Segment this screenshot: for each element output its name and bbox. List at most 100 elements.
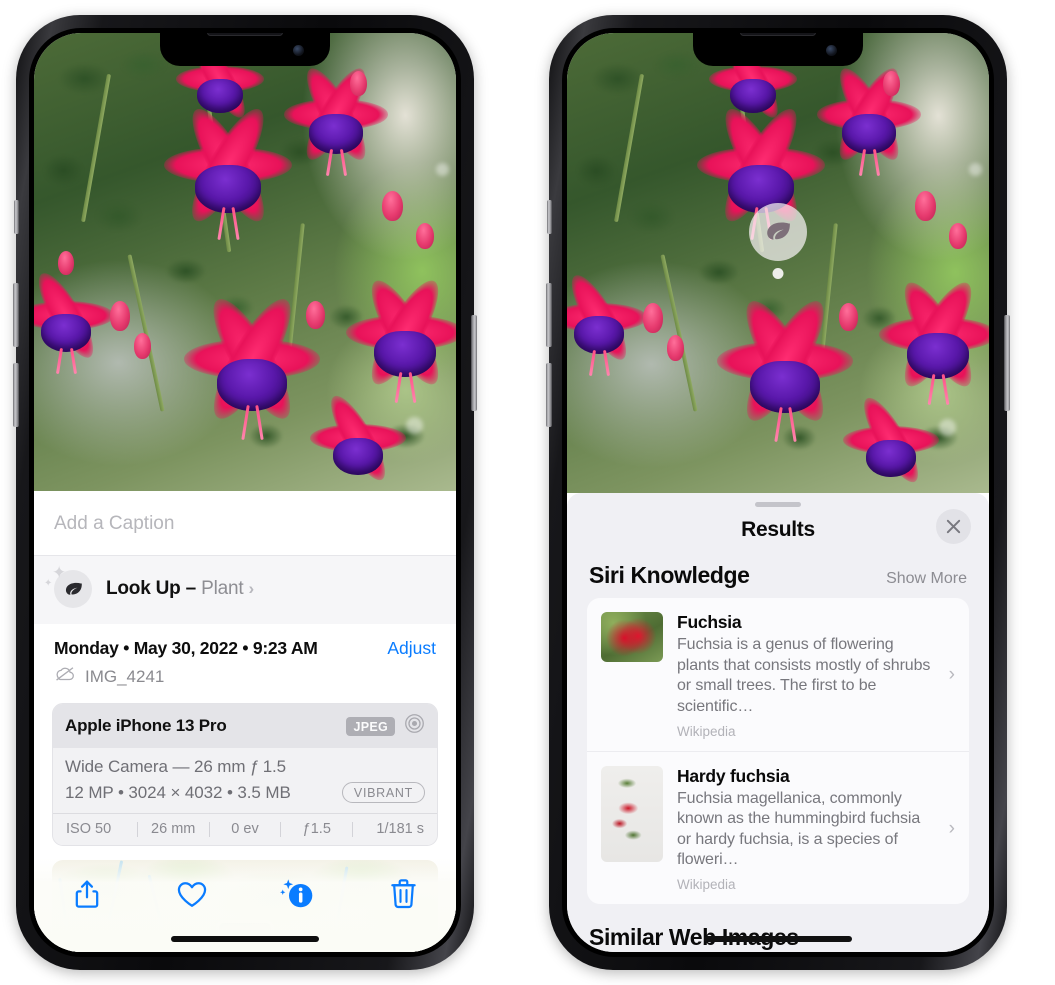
flower-bud: [949, 223, 967, 249]
device-bezel: Add a Caption ✦ ✦ Look Up – Plant › Mond…: [29, 28, 461, 957]
show-more-button[interactable]: Show More: [886, 570, 967, 588]
fuchsia-flower: [310, 389, 406, 487]
notch: [693, 33, 863, 66]
fuchsia-flower: [184, 290, 320, 440]
cloud-slash-icon: [54, 666, 76, 687]
volume-down-button[interactable]: [546, 363, 552, 427]
sparkles-icon-small: ✦: [44, 578, 53, 589]
siri-knowledge-header: Siri Knowledge Show More: [567, 552, 989, 598]
fuchsia-flower: [164, 100, 292, 241]
flower-bud: [643, 303, 663, 333]
front-camera: [293, 45, 304, 56]
badge-anchor-dot: [772, 268, 784, 279]
close-icon: [946, 519, 961, 534]
knowledge-title: Hardy fuchsia: [677, 765, 790, 786]
photo-viewer[interactable]: [567, 33, 989, 493]
page-title: Results: [741, 518, 815, 541]
similar-web-images-header: Similar Web Images: [567, 904, 989, 952]
look-up-row[interactable]: ✦ ✦ Look Up – Plant ›: [34, 556, 456, 624]
notch: [160, 33, 330, 66]
fuchsia-flower: [34, 266, 114, 374]
delete-button[interactable]: [374, 872, 432, 916]
home-indicator[interactable]: [704, 936, 852, 942]
iphone-right-device: Results Siri Knowledge Show More Fuchsia…: [546, 15, 1010, 970]
close-button[interactable]: [936, 509, 971, 544]
knowledge-source: Wikipedia: [677, 723, 736, 739]
look-up-prefix: Look Up –: [106, 578, 202, 599]
front-camera: [826, 45, 837, 56]
photo-viewer[interactable]: [34, 33, 456, 491]
look-up-label: Look Up – Plant ›: [106, 578, 254, 600]
knowledge-item[interactable]: Fuchsia Fuchsia is a genus of flowering …: [587, 598, 969, 751]
share-button[interactable]: [58, 872, 116, 916]
right-screen: Results Siri Knowledge Show More Fuchsia…: [567, 33, 989, 952]
side-power-button[interactable]: [1004, 315, 1010, 411]
camera-metadata-card[interactable]: Apple iPhone 13 Pro JPEG Wide Camera — 2…: [52, 703, 438, 846]
siri-knowledge-card: Fuchsia Fuchsia is a genus of flowering …: [587, 598, 969, 904]
side-power-button[interactable]: [471, 315, 477, 411]
fuchsia-flower: [843, 391, 939, 489]
flower-bud: [667, 335, 684, 361]
chevron-right-icon: ›: [948, 817, 955, 839]
exif-iso: ISO 50: [66, 821, 112, 837]
format-badge: JPEG: [346, 716, 395, 736]
exif-focal: 26 mm: [151, 821, 196, 837]
flower-bud: [416, 223, 434, 249]
camera-specs: 12 MP • 3024 × 4032 • 3.5 MB: [65, 782, 291, 802]
fuchsia-flower: [697, 100, 825, 241]
file-name: IMG_4241: [85, 666, 165, 686]
fuchsia-flower: [879, 274, 989, 406]
bokeh-highlight: [969, 163, 982, 176]
volume-up-button[interactable]: [13, 283, 19, 347]
home-indicator[interactable]: [171, 936, 319, 942]
flower-bud: [306, 301, 325, 329]
knowledge-source: Wikipedia: [677, 877, 736, 892]
exif-exposure: 0 ev: [231, 821, 259, 837]
chevron-right-icon: ›: [948, 664, 955, 686]
photo-date: Monday • May 30, 2022 • 9:23 AM: [54, 638, 318, 658]
volume-down-button[interactable]: [13, 363, 19, 427]
volume-up-button[interactable]: [546, 283, 552, 347]
bokeh-highlight: [939, 419, 956, 436]
photo-info-panel: Add a Caption ✦ ✦ Look Up – Plant › Mond…: [34, 491, 456, 952]
flower-bud: [839, 303, 858, 331]
fuchsia-flower: [817, 61, 921, 177]
knowledge-thumbnail: [601, 612, 663, 662]
flower-bud: [134, 333, 151, 359]
sparkles-icon: ✦: [52, 563, 67, 582]
photographic-style-badge: VIBRANT: [341, 782, 425, 803]
caption-input[interactable]: Add a Caption: [34, 491, 456, 556]
flower-bud: [58, 251, 74, 275]
favorite-button[interactable]: [163, 872, 221, 916]
results-header: Results: [567, 507, 989, 552]
look-up-subject: Plant: [201, 578, 244, 599]
results-sheet: Results Siri Knowledge Show More Fuchsia…: [567, 493, 989, 952]
earpiece-speaker: [740, 33, 816, 36]
knowledge-description: Fuchsia is a genus of flowering plants t…: [677, 636, 931, 715]
fuchsia-flower: [284, 61, 388, 177]
flower-bud: [110, 301, 130, 331]
adjust-button[interactable]: Adjust: [387, 638, 436, 659]
earpiece-speaker: [207, 33, 283, 36]
exif-row: ISO 50 26 mm 0 ev ƒ1.5 1/181 s: [53, 813, 437, 845]
leaf-icon: [767, 222, 790, 240]
knowledge-description: Fuchsia magellanica, commonly known as t…: [677, 789, 921, 869]
device-bezel: Results Siri Knowledge Show More Fuchsia…: [562, 28, 994, 957]
visual-look-up-badge[interactable]: [749, 203, 807, 279]
flower-bud: [350, 71, 367, 96]
date-block: Monday • May 30, 2022 • 9:23 AM Adjust I…: [34, 624, 456, 689]
fuchsia-flower: [346, 272, 456, 404]
aperture-icon: [404, 713, 425, 739]
silence-switch[interactable]: [547, 200, 552, 234]
leaf-icon: ✦ ✦: [44, 563, 92, 608]
knowledge-item[interactable]: Hardy fuchsia Fuchsia magellanica, commo…: [587, 750, 969, 905]
info-button[interactable]: [269, 872, 327, 916]
camera-model: Apple iPhone 13 Pro: [65, 716, 227, 735]
flower-bud: [382, 191, 403, 221]
exif-shutter: 1/181 s: [376, 821, 424, 837]
fuchsia-flower: [567, 268, 647, 376]
exif-aperture: ƒ1.5: [302, 821, 331, 837]
flower-bud: [915, 191, 936, 221]
silence-switch[interactable]: [14, 200, 19, 234]
chevron-right-icon: ›: [248, 579, 254, 598]
